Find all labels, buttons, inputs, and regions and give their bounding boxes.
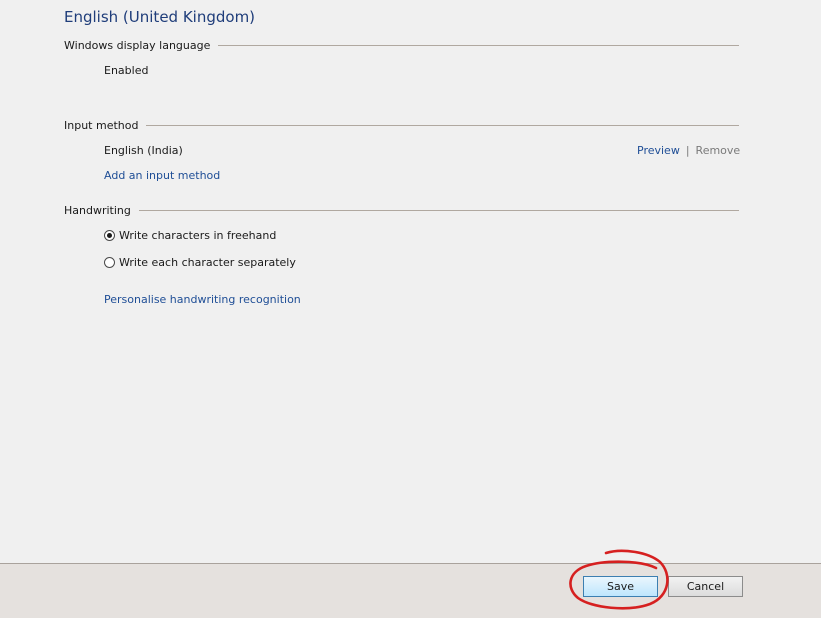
radio-option-label: Write characters in freehand	[119, 229, 277, 242]
language-options-panel: English (United Kingdom) Windows display…	[0, 0, 821, 563]
section-header-handwriting: Handwriting	[64, 202, 739, 218]
preview-link[interactable]: Preview	[637, 144, 680, 157]
section-divider	[146, 124, 739, 126]
action-separator: |	[685, 144, 690, 157]
display-language-status: Enabled	[104, 64, 149, 77]
radio-option-separate[interactable]: Write each character separately	[104, 256, 296, 269]
remove-link[interactable]: Remove	[696, 144, 741, 157]
add-input-method-link[interactable]: Add an input method	[104, 169, 220, 182]
section-divider	[138, 209, 739, 211]
radio-option-freehand[interactable]: Write characters in freehand	[104, 229, 276, 242]
input-method-actions: Preview | Remove	[637, 144, 740, 157]
section-header-display-language: Windows display language	[64, 37, 739, 53]
radio-option-label: Write each character separately	[119, 256, 296, 269]
radio-unchecked-icon[interactable]	[104, 257, 115, 268]
section-header-label: Handwriting	[64, 203, 131, 217]
cancel-button[interactable]: Cancel	[668, 576, 743, 597]
section-header-label: Windows display language	[64, 38, 211, 52]
save-button[interactable]: Save	[583, 576, 658, 597]
page-title: English (United Kingdom)	[64, 8, 256, 26]
section-header-label: Input method	[64, 118, 139, 132]
input-method-name: English (India)	[104, 144, 183, 157]
section-divider	[218, 44, 739, 46]
personalise-handwriting-link[interactable]: Personalise handwriting recognition	[104, 293, 301, 306]
footer-bar: Save Cancel	[0, 563, 821, 618]
section-header-input-method: Input method	[64, 117, 739, 133]
radio-checked-icon[interactable]	[104, 230, 115, 241]
